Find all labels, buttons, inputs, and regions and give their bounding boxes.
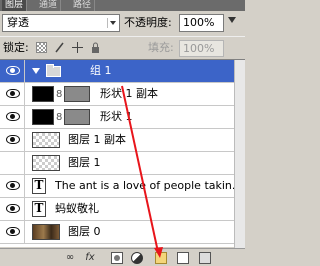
layer-name: 图层 1 副本 [68, 133, 126, 146]
fill-input[interactable]: 100% [179, 40, 224, 57]
lock-image-icon[interactable] [54, 42, 65, 53]
layer-name: The ant is a love of people takin... [55, 179, 235, 192]
visibility-toggle[interactable] [0, 175, 25, 197]
lock-all-icon[interactable] [90, 42, 101, 53]
lock-transparency-icon[interactable] [36, 42, 47, 53]
vector-mask-thumbnail [64, 109, 90, 125]
visibility-toggle[interactable] [0, 221, 25, 243]
blend-opacity-row: 穿透 不透明度: 100% [0, 12, 245, 34]
link-chain-icon: 8 [56, 112, 63, 123]
layer-thumbnail [32, 86, 54, 102]
folder-icon [46, 64, 61, 77]
blend-mode-select[interactable]: 穿透 [2, 14, 120, 32]
layer-thumbnail [32, 155, 60, 171]
layer-thumbnail [32, 109, 54, 125]
visibility-toggle[interactable] [0, 129, 25, 151]
eye-icon [6, 89, 20, 98]
layer-name: 图层 1 [68, 156, 101, 169]
eye-icon [6, 66, 20, 75]
vector-mask-thumbnail [64, 86, 90, 102]
layer-row-text-ant-salute[interactable]: T 蚂蚁敬礼 [0, 198, 245, 221]
panel-tabs: 图层 通道 路径 [0, 0, 245, 11]
mask-icon[interactable] [111, 252, 123, 264]
fill-label: 填充: [148, 41, 174, 54]
text-layer-icon: T [32, 178, 46, 194]
lock-row: 锁定: 填充: 100% [0, 36, 245, 58]
expand-triangle-icon[interactable] [32, 68, 40, 74]
delete-icon[interactable] [199, 252, 211, 264]
layer-row-text-ant[interactable]: T The ant is a love of people takin... [0, 175, 245, 198]
layer-thumbnail [32, 224, 60, 240]
layer-thumbnail [32, 132, 60, 148]
visibility-toggle[interactable] [0, 60, 25, 82]
opacity-input[interactable]: 100% [179, 14, 224, 32]
layer-row-layer-0[interactable]: 图层 0 [0, 221, 245, 244]
text-layer-icon: T [32, 201, 46, 217]
visibility-toggle[interactable] [0, 83, 25, 105]
opacity-label: 不透明度: [124, 16, 172, 29]
tab-layers[interactable]: 图层 [2, 0, 28, 11]
layer-name: 组 1 [90, 64, 112, 77]
tab-paths[interactable]: 路径 [70, 0, 96, 11]
layer-row-shape-1[interactable]: 8 形状 1 [0, 106, 245, 129]
new-layer-icon[interactable] [177, 252, 189, 264]
layer-name: 形状 1 [100, 110, 133, 123]
visibility-toggle[interactable] [0, 152, 25, 174]
layer-row-shape-1-copy[interactable]: 8 形状 1 副本 [0, 83, 245, 106]
eye-icon [6, 227, 20, 236]
link-icon[interactable]: ∞ [64, 252, 76, 264]
layer-row-group-1[interactable]: 组 1 [0, 60, 245, 83]
layers-scrollbar[interactable] [234, 60, 245, 248]
layers-bottom-bar: ∞ fx [0, 248, 245, 266]
layer-row-layer-1-copy[interactable]: 图层 1 副本 [0, 129, 245, 152]
eye-icon [6, 112, 20, 121]
blend-mode-value: 穿透 [7, 16, 29, 29]
opacity-dropdown-icon[interactable] [228, 17, 236, 23]
lock-position-icon[interactable] [72, 42, 83, 53]
tab-channels[interactable]: 通道 [36, 0, 62, 11]
adjustment-icon[interactable] [131, 252, 143, 264]
layer-name: 图层 0 [68, 225, 101, 238]
eye-icon [6, 135, 20, 144]
eye-icon [6, 204, 20, 213]
eye-icon [6, 181, 20, 190]
link-chain-icon: 8 [56, 89, 63, 100]
layers-list: 组 1 8 形状 1 副本 8 形状 1 图层 1 副本 图层 1 T The … [0, 59, 245, 248]
layer-name: 蚂蚁敬礼 [55, 202, 99, 215]
new-group-icon[interactable] [155, 252, 167, 264]
visibility-toggle[interactable] [0, 106, 25, 128]
chevron-down-icon [107, 18, 117, 28]
visibility-toggle[interactable] [0, 198, 25, 220]
layer-name: 形状 1 副本 [100, 87, 158, 100]
layer-row-layer-1[interactable]: 图层 1 [0, 152, 245, 175]
fx-icon[interactable]: fx [84, 252, 96, 264]
lock-label: 锁定: [3, 41, 29, 54]
